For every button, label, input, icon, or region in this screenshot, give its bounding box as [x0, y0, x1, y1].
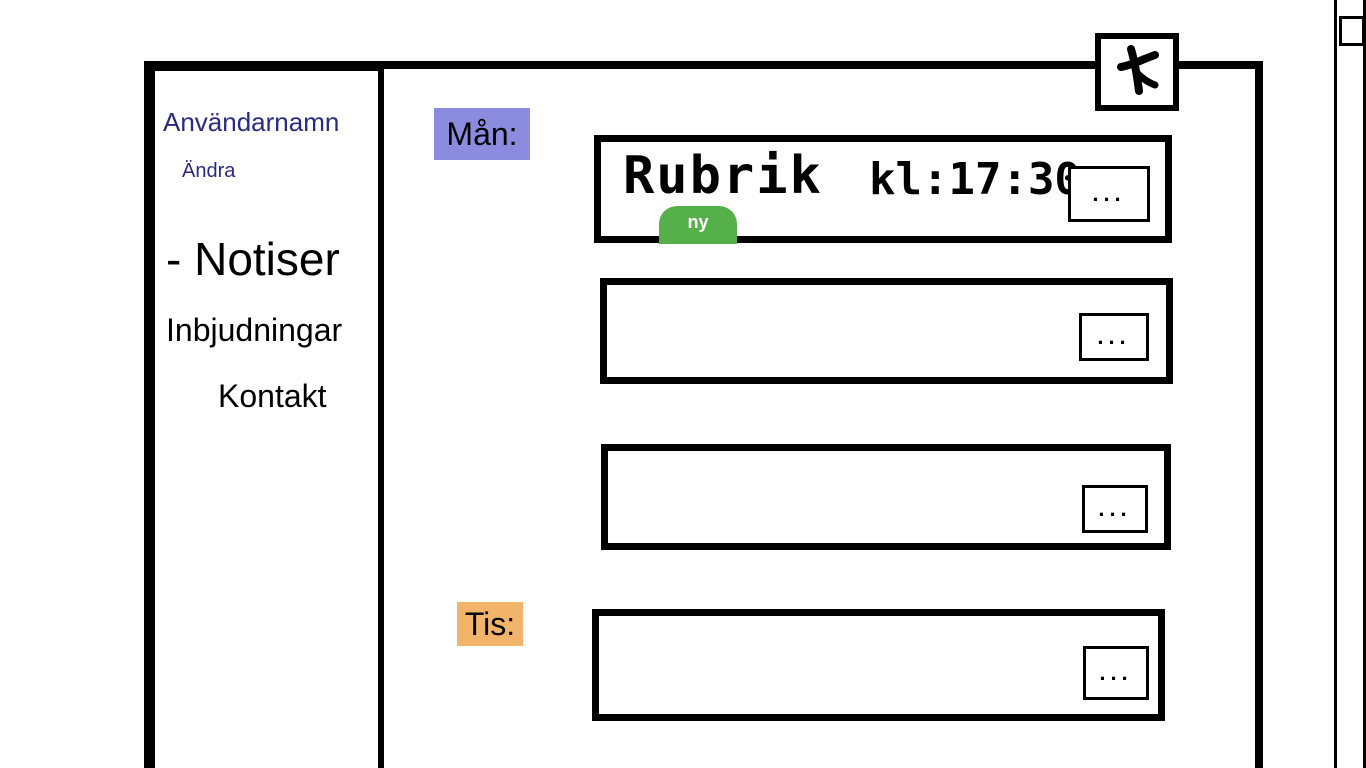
- more-options-icon: ...: [1097, 324, 1131, 349]
- day-label-tuesday: Tis:: [457, 602, 523, 646]
- event-title: Rubrik: [623, 146, 823, 206]
- event-card[interactable]: ...: [600, 278, 1173, 384]
- nav-item-contact[interactable]: Kontakt: [218, 378, 327, 415]
- day-label-text: Tis:: [464, 605, 516, 642]
- scrollbar-thumb[interactable]: [1339, 16, 1365, 46]
- more-options-icon: ...: [1092, 181, 1126, 206]
- more-options-icon: ...: [1099, 660, 1133, 685]
- day-label-text: Mån:: [446, 115, 518, 152]
- close-button[interactable]: [1095, 33, 1179, 111]
- nav-item-notifications[interactable]: - Notiser: [166, 232, 340, 286]
- day-label-monday: Mån:: [434, 108, 530, 160]
- event-card[interactable]: Rubrik kl:17:30 ny ...: [594, 135, 1172, 244]
- username: Användarnamn: [163, 107, 340, 137]
- more-options-icon: ...: [1098, 496, 1132, 521]
- more-options-button[interactable]: ...: [1083, 646, 1149, 700]
- new-badge-text: ny: [687, 212, 709, 232]
- event-card[interactable]: ...: [592, 609, 1165, 721]
- scrollbar[interactable]: [1334, 0, 1366, 768]
- close-icon: [1115, 44, 1159, 100]
- edit-profile-link[interactable]: Ändra: [182, 160, 235, 183]
- event-card[interactable]: ...: [601, 444, 1171, 550]
- event-time: kl:17:30: [869, 154, 1081, 205]
- more-options-button[interactable]: ...: [1079, 313, 1149, 361]
- more-options-button[interactable]: ...: [1082, 485, 1148, 533]
- nav-item-invitations[interactable]: Inbjudningar: [166, 312, 342, 349]
- more-options-button[interactable]: ...: [1068, 166, 1150, 222]
- new-badge: ny: [659, 206, 737, 244]
